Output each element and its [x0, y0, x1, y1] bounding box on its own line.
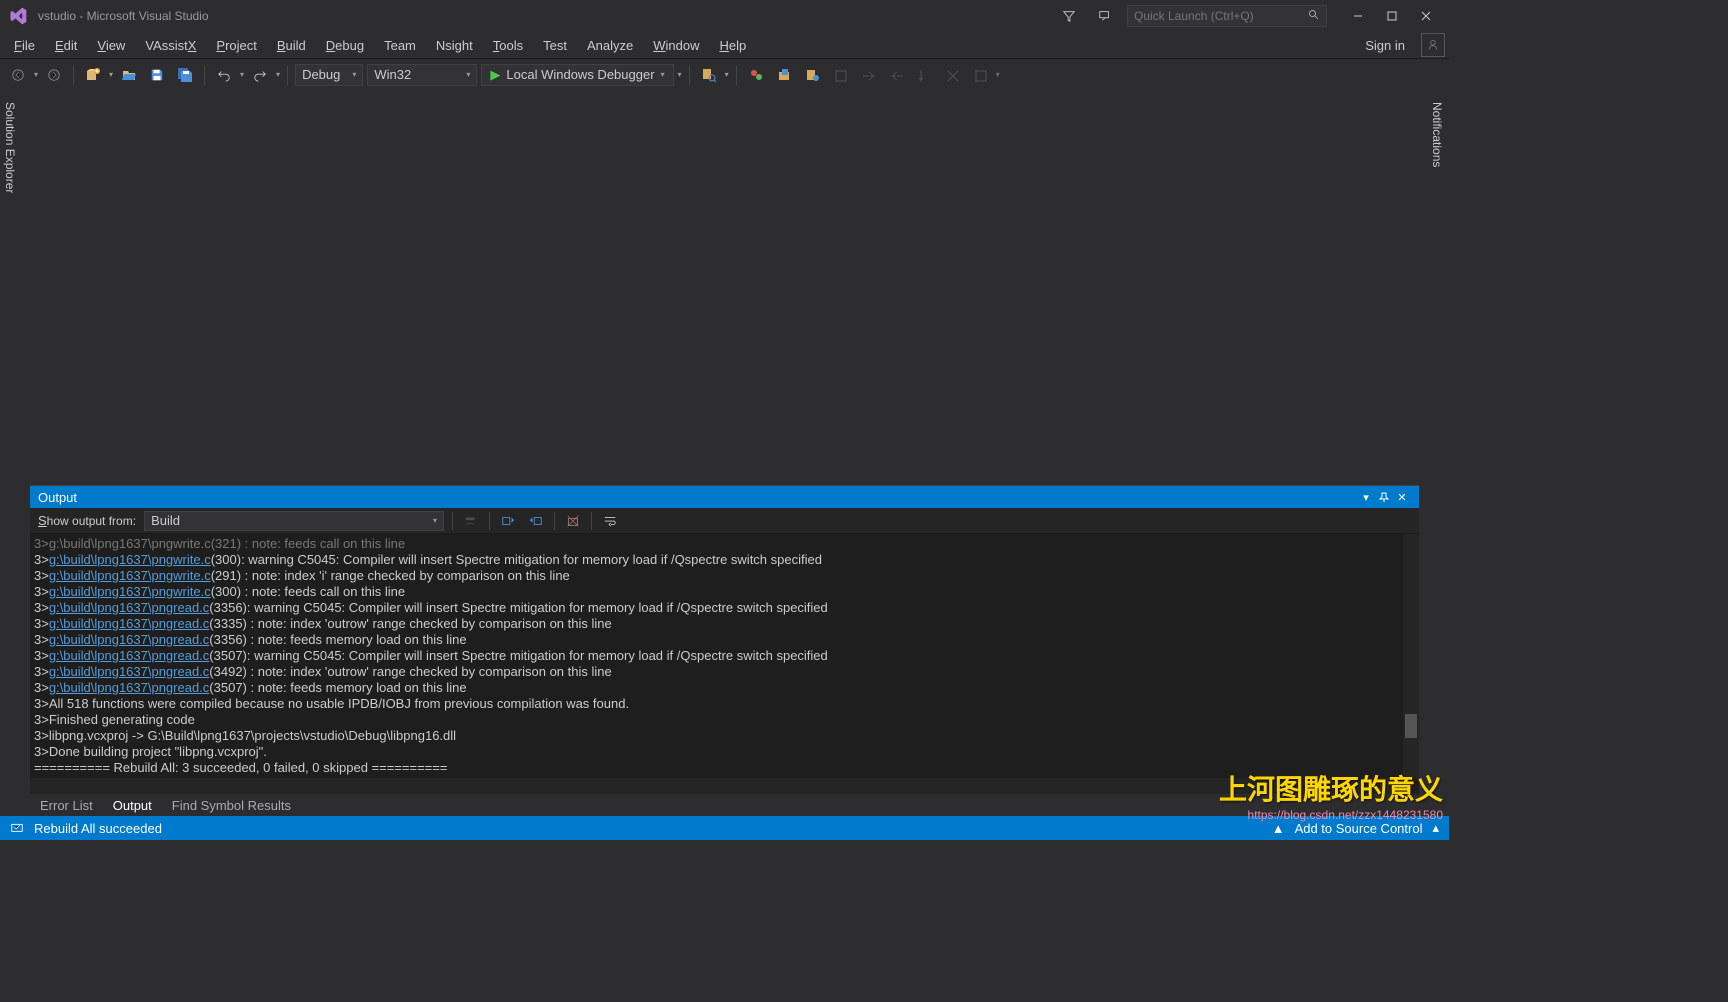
output-line: 3>g:\build\lpng1637\pngwrite.c(291) : no… — [34, 568, 1415, 584]
output-source-selector[interactable]: Build▾ — [144, 511, 444, 531]
menu-team[interactable]: Team — [374, 36, 426, 55]
prev-message-icon — [461, 511, 481, 531]
right-sidebar: Notifications — [1427, 90, 1449, 485]
toolbar: ▾ ▾ ▾ ▾ Debug▾ Win32▾ ▶ Local Windows De… — [0, 58, 1449, 90]
user-icon[interactable] — [1421, 33, 1445, 57]
solution-explorer-tab[interactable]: Solution Explorer — [0, 96, 20, 199]
output-line: 3>g:\build\lpng1637\pngread.c(3492) : no… — [34, 664, 1415, 680]
nav-fwd-icon[interactable] — [42, 63, 66, 87]
output-line: 3>g:\build\lpng1637\pngread.c(3356) : no… — [34, 632, 1415, 648]
menubar: FileEditViewVAssistXProjectBuildDebugTea… — [0, 32, 1449, 58]
play-icon: ▶ — [490, 67, 500, 83]
tool-icon-4 — [828, 63, 852, 87]
bottom-tab-error-list[interactable]: Error List — [30, 796, 103, 815]
tool-icon-2[interactable] — [772, 63, 796, 87]
output-line: 3>g:\build\lpng1637\pngread.c(3356): war… — [34, 600, 1415, 616]
filter-icon[interactable] — [1055, 2, 1083, 30]
bottom-tab-find-symbol-results[interactable]: Find Symbol Results — [162, 796, 301, 815]
debugger-label: Local Windows Debugger — [506, 67, 654, 82]
output-line: 3>g:\build\lpng1637\pngwrite.c(300) : no… — [34, 584, 1415, 600]
output-line: 3>All 518 functions were compiled becaus… — [34, 696, 1415, 712]
close-panel-icon[interactable]: ✕ — [1393, 488, 1411, 506]
find-in-files-icon[interactable] — [697, 63, 721, 87]
quick-launch[interactable] — [1127, 5, 1327, 27]
menu-help[interactable]: Help — [709, 36, 756, 55]
output-line: 3>Finished generating code — [34, 712, 1415, 728]
show-output-from-label: Show output from: — [38, 513, 136, 528]
pin-icon[interactable] — [1375, 488, 1393, 506]
status-message: Rebuild All succeeded — [34, 821, 162, 836]
platform-selector[interactable]: Win32▾ — [367, 64, 477, 86]
output-titlebar[interactable]: Output ▾ ✕ — [30, 486, 1419, 508]
menu-file[interactable]: File — [4, 36, 45, 55]
output-line: 3>g:\build\lpng1637\pngread.c(3335) : no… — [34, 616, 1415, 632]
feedback-icon[interactable] — [1091, 2, 1119, 30]
nav-back-icon[interactable] — [6, 63, 30, 87]
output-line: ========== Rebuild All: 3 succeeded, 0 f… — [34, 760, 1415, 776]
save-icon[interactable] — [145, 63, 169, 87]
menu-debug[interactable]: Debug — [316, 36, 374, 55]
window-position-icon[interactable]: ▾ — [1357, 488, 1375, 506]
close-button[interactable] — [1409, 4, 1443, 28]
menu-edit[interactable]: Edit — [45, 36, 87, 55]
notifications-tab[interactable]: Notifications — [1427, 96, 1447, 173]
minimize-button[interactable] — [1341, 4, 1375, 28]
undo-icon[interactable] — [212, 63, 236, 87]
tool-icon-9 — [968, 63, 992, 87]
add-source-control[interactable]: Add to Source Control — [1295, 821, 1423, 836]
output-line: 3>g:\build\lpng1637\pngread.c(3507) : no… — [34, 680, 1415, 696]
menu-build[interactable]: Build — [267, 36, 316, 55]
statusbar: Rebuild All succeeded ▲ Add to Source Co… — [0, 816, 1449, 840]
titlebar: vstudio - Microsoft Visual Studio — [0, 0, 1449, 32]
goto-next-icon[interactable] — [526, 511, 546, 531]
goto-prev-icon[interactable] — [498, 511, 518, 531]
menu-view[interactable]: View — [87, 36, 135, 55]
menu-window[interactable]: Window — [643, 36, 709, 55]
output-title-label: Output — [38, 490, 77, 505]
output-text[interactable]: 3>g:\build\lpng1637\pngwrite.c(321) : no… — [30, 534, 1419, 794]
open-icon[interactable] — [117, 63, 141, 87]
bottom-tab-output[interactable]: Output — [103, 796, 162, 815]
left-sidebar: Solution Explorer — [0, 90, 22, 485]
output-panel: Output ▾ ✕ Show output from: Build▾ 3>g:… — [30, 485, 1419, 794]
window-title: vstudio - Microsoft Visual Studio — [38, 9, 209, 23]
search-icon — [1308, 9, 1320, 24]
output-line: 3>g:\build\lpng1637\pngread.c(3507): war… — [34, 648, 1415, 664]
output-vscrollbar[interactable] — [1403, 534, 1419, 778]
status-build-icon — [10, 820, 24, 837]
output-line: 3>g:\build\lpng1637\pngwrite.c(300): war… — [34, 552, 1415, 568]
menu-project[interactable]: Project — [206, 36, 266, 55]
redo-icon[interactable] — [248, 63, 272, 87]
tool-icon-8 — [940, 63, 964, 87]
menu-vassistx[interactable]: VAssistX — [135, 36, 206, 55]
bottom-tabs: Error ListOutputFind Symbol Results — [0, 794, 1449, 816]
output-toolbar: Show output from: Build▾ — [30, 508, 1419, 534]
word-wrap-icon[interactable] — [600, 511, 620, 531]
menu-nsight[interactable]: Nsight — [426, 36, 483, 55]
tool-icon-7 — [912, 63, 936, 87]
sign-in-link[interactable]: Sign in — [1355, 36, 1415, 55]
output-line: 3>libpng.vcxproj -> G:\Build\lpng1637\pr… — [34, 728, 1415, 744]
menu-analyze[interactable]: Analyze — [577, 36, 643, 55]
output-line: 3>Done building project "libpng.vcxproj"… — [34, 744, 1415, 760]
start-debug-button[interactable]: ▶ Local Windows Debugger ▾ — [481, 64, 673, 86]
menu-tools[interactable]: Tools — [483, 36, 533, 55]
source-control-icon[interactable]: ▲ — [1272, 821, 1285, 836]
quick-launch-input[interactable] — [1134, 9, 1308, 23]
maximize-button[interactable] — [1375, 4, 1409, 28]
tool-icon-6 — [884, 63, 908, 87]
tool-icon-5 — [856, 63, 880, 87]
vs-logo-icon — [6, 4, 30, 28]
tool-icon-1[interactable] — [744, 63, 768, 87]
menu-test[interactable]: Test — [533, 36, 577, 55]
save-all-icon[interactable] — [173, 63, 197, 87]
main-area: Solution Explorer Notifications — [0, 90, 1449, 485]
clear-all-icon[interactable] — [563, 511, 583, 531]
tool-icon-3[interactable] — [800, 63, 824, 87]
new-project-icon[interactable] — [81, 63, 105, 87]
output-hscrollbar[interactable] — [30, 778, 1403, 794]
editor-area — [22, 90, 1449, 485]
scroll-thumb[interactable] — [1405, 714, 1417, 738]
config-selector[interactable]: Debug▾ — [295, 64, 363, 86]
